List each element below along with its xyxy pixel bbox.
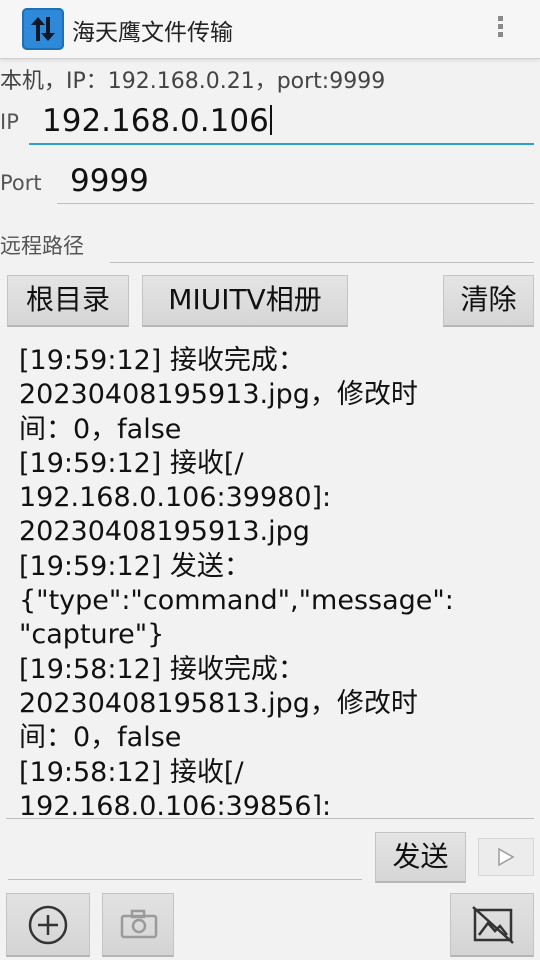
plus-circle-icon xyxy=(28,905,68,945)
message-input-underline xyxy=(8,879,362,880)
log-line: [19:59:12] 接收完成： xyxy=(19,345,305,376)
log-line: {"type":"command","message": xyxy=(19,585,454,617)
camera-button[interactable] xyxy=(102,893,174,957)
log-line: 20230408195813.jpg，修改时 xyxy=(19,687,418,719)
send-button[interactable]: 发送 xyxy=(375,832,466,883)
log-line: 20230408195913.jpg xyxy=(19,516,310,548)
app-window: 海天鹰文件传输 本机，IP：192.168.0.21，port:9999 IP … xyxy=(0,0,540,960)
root-directory-button[interactable]: 根目录 xyxy=(7,275,129,327)
port-label: Port xyxy=(0,171,42,195)
image-button[interactable] xyxy=(450,893,534,957)
ip-field-underline xyxy=(29,143,534,145)
log-divider xyxy=(6,818,534,819)
log-line: 间：0，false xyxy=(19,722,182,754)
log-area[interactable]: [19:59:12] 接收完成： 20230408195913.jpg，修改时 间：… xyxy=(19,344,529,815)
image-icon xyxy=(472,906,514,944)
log-line: 192.168.0.106:39980]: xyxy=(19,482,332,514)
ip-field[interactable]: 192.168.0.106 xyxy=(42,103,272,139)
log-line: 间：0，false xyxy=(19,413,182,445)
play-button[interactable] xyxy=(478,838,534,876)
title-bar: 海天鹰文件传输 xyxy=(0,0,540,59)
log-line: [19:59:12] 发送： xyxy=(19,550,251,582)
overflow-menu-icon[interactable] xyxy=(494,14,506,44)
text-caret xyxy=(269,105,272,135)
local-address-text: 本机，IP：192.168.0.21，port:9999 xyxy=(0,69,386,94)
log-line: [19:58:12] 接收[/ xyxy=(19,756,244,788)
camera-icon xyxy=(120,909,158,939)
remote-path-label: 远程路径 xyxy=(0,234,84,258)
clear-button[interactable]: 清除 xyxy=(443,275,534,327)
play-icon xyxy=(498,847,515,867)
log-line: 192.168.0.106:39856]: xyxy=(19,790,332,815)
up-down-arrows-icon xyxy=(22,8,64,50)
message-input[interactable] xyxy=(8,838,362,878)
port-field[interactable]: 9999 xyxy=(70,163,149,199)
app-title: 海天鹰文件传输 xyxy=(72,20,233,46)
remote-path-underline xyxy=(110,262,534,263)
remote-path-field[interactable] xyxy=(112,222,532,258)
log-line: 20230408195913.jpg，修改时 xyxy=(19,379,418,411)
log-line: [19:59:12] 接收[/ xyxy=(19,447,244,479)
log-line: "capture"} xyxy=(19,619,165,651)
ip-value: 192.168.0.106 xyxy=(42,103,269,139)
port-field-underline xyxy=(57,203,534,204)
ip-label: IP xyxy=(0,110,19,134)
miuitv-album-button[interactable]: MIUITV相册 xyxy=(142,275,348,327)
log-line: [19:58:12] 接收完成： xyxy=(19,653,305,685)
add-button[interactable] xyxy=(6,893,90,957)
